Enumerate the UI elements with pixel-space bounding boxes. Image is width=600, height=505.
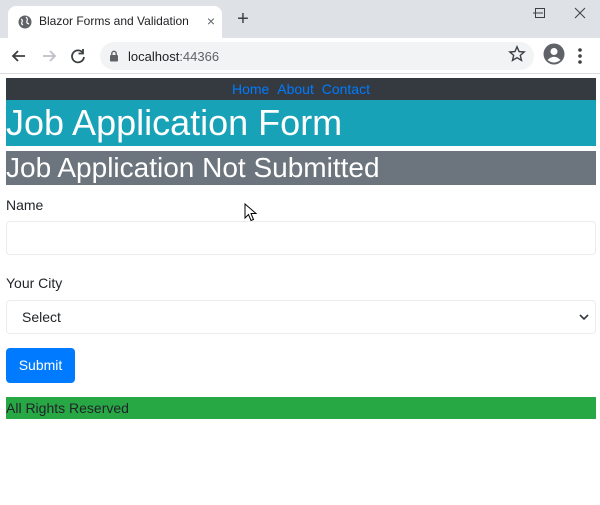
page-content: Home About Contact Job Application Form …: [0, 75, 600, 505]
new-tab-button[interactable]: +: [232, 8, 254, 30]
browser-toolbar: localhost:44366: [0, 38, 600, 74]
nav-link-contact[interactable]: Contact: [322, 81, 370, 97]
forward-arrow-icon[interactable]: [39, 46, 59, 66]
tab-close-icon[interactable]: ×: [203, 13, 219, 29]
bookmark-star-icon[interactable]: [508, 45, 526, 63]
chevron-down-icon: [579, 314, 589, 321]
city-select-value: Select: [22, 309, 61, 325]
top-nav: Home About Contact: [6, 78, 596, 100]
close-icon: [574, 7, 586, 19]
more-menu-icon[interactable]: [576, 46, 584, 66]
city-select[interactable]: Select: [6, 300, 596, 334]
back-arrow-icon[interactable]: [9, 46, 29, 66]
footer: All Rights Reserved: [6, 397, 596, 419]
mouse-cursor-icon: [244, 203, 258, 222]
url-text: localhost:44366: [128, 49, 219, 64]
nav-link-about[interactable]: About: [277, 81, 314, 97]
maximize-icon: [535, 8, 545, 18]
browser-titlebar: Blazor Forms and Validation × +: [0, 0, 600, 38]
close-window-button[interactable]: [560, 0, 600, 28]
url-host: localhost: [128, 49, 180, 64]
profile-avatar-icon[interactable]: [543, 43, 565, 65]
tab-title: Blazor Forms and Validation: [39, 14, 189, 28]
page-title: Job Application Form: [6, 100, 596, 146]
city-label: Your City: [6, 275, 63, 291]
browser-tab[interactable]: Blazor Forms and Validation ×: [8, 6, 222, 38]
url-port: :44366: [179, 49, 220, 64]
name-label: Name: [6, 197, 44, 213]
lock-icon: [110, 50, 118, 62]
globe-icon: [18, 15, 32, 29]
status-banner: Job Application Not Submitted: [6, 151, 596, 185]
submit-button[interactable]: Submit: [6, 348, 75, 383]
nav-link-home[interactable]: Home: [232, 81, 269, 97]
address-bar[interactable]: localhost:44366: [100, 42, 534, 70]
reload-icon[interactable]: [68, 46, 88, 66]
name-input[interactable]: [6, 221, 596, 255]
maximize-button[interactable]: [520, 0, 560, 28]
